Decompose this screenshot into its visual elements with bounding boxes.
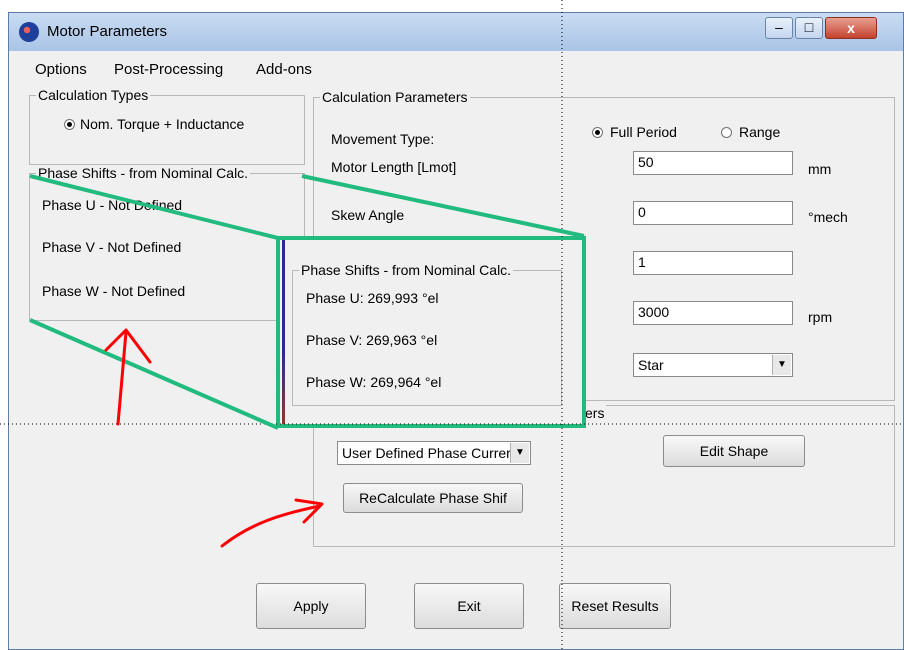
callout-line-top-right bbox=[301, 174, 585, 238]
callout-line-top-left bbox=[29, 174, 279, 240]
annotation-overlay bbox=[0, 0, 904, 650]
red-arrow-up bbox=[104, 328, 152, 426]
callout-line-bottom bbox=[29, 318, 279, 430]
red-arrow-right bbox=[220, 498, 324, 548]
